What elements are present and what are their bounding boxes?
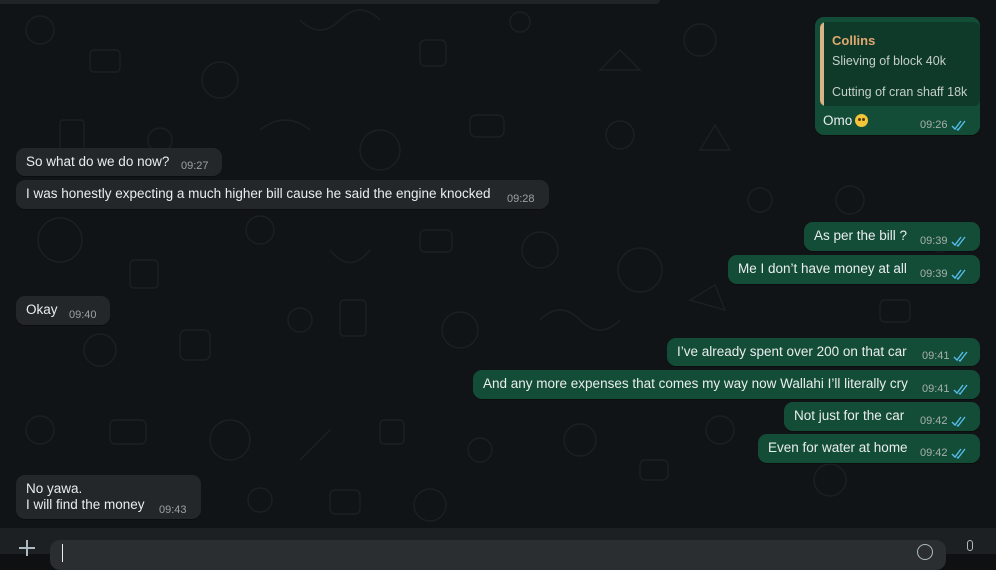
top-scroll-edge — [0, 0, 660, 4]
message-text: I will find the money — [26, 497, 145, 512]
message-bubble-in[interactable]: So what do we do now? 09:27 — [16, 148, 222, 176]
quote-author: Collins — [832, 33, 876, 48]
emoji-icon[interactable] — [917, 544, 933, 560]
message-text: And any more expenses that comes my way … — [483, 376, 908, 391]
message-bubble-out[interactable]: I’ve already spent over 200 on that car … — [667, 338, 980, 366]
read-receipt-icon — [951, 448, 966, 459]
read-receipt-icon — [951, 120, 966, 131]
message-bubble-out[interactable]: Me I don’t have money at all 09:39 — [728, 255, 980, 284]
read-receipt-icon — [951, 236, 966, 247]
message-text-content: Omo — [823, 113, 853, 128]
message-bubble-in[interactable]: I was honestly expecting a much higher b… — [16, 180, 549, 209]
message-text: As per the bill ? — [814, 228, 908, 243]
message-meta: 09:43 — [159, 501, 187, 519]
message-meta: 09:27 — [181, 157, 209, 175]
message-input[interactable] — [50, 540, 946, 570]
message-text: Me I don’t have money at all — [738, 261, 907, 276]
message-bubble-out[interactable]: And any more expenses that comes my way … — [473, 370, 980, 399]
text-caret — [62, 544, 63, 562]
message-meta: 09:41 — [922, 380, 969, 398]
message-meta: 09:42 — [920, 412, 967, 430]
composer-bar — [0, 528, 996, 570]
message-time: 09:39 — [920, 235, 948, 247]
message-meta: 09:40 — [69, 306, 97, 324]
message-text: Even for water at home — [768, 440, 908, 455]
message-meta: 09:39 — [920, 265, 967, 283]
read-receipt-icon — [953, 351, 968, 362]
message-bubble-in[interactable]: Okay 09:40 — [16, 296, 110, 325]
message-text: I was honestly expecting a much higher b… — [26, 186, 491, 201]
pleading-face-emoji — [855, 114, 869, 127]
message-text: Okay — [26, 302, 58, 317]
message-time: 09:42 — [920, 415, 948, 427]
message-meta: 09:39 — [920, 232, 967, 250]
message-meta: 09:41 — [922, 347, 969, 365]
message-time: 09:43 — [159, 504, 187, 516]
message-bubble-in[interactable]: No yawa. I will find the money 09:43 — [16, 475, 201, 519]
quote-line: Cutting of cran shaff 18k — [832, 85, 968, 99]
message-time: 09:39 — [920, 268, 948, 280]
message-time: 09:40 — [69, 309, 97, 321]
read-receipt-icon — [953, 384, 968, 395]
message-meta: 09:26 — [920, 116, 967, 134]
quote-accent-bar — [820, 22, 824, 106]
message-bubble-out[interactable]: Even for water at home 09:42 — [758, 434, 980, 463]
message-time: 09:42 — [920, 447, 948, 459]
chat-background: Collins Slieving of block 40k Cutting of… — [0, 0, 996, 528]
message-time: 09:41 — [922, 383, 950, 395]
message-text: Not just for the car — [794, 408, 905, 423]
message-time: 09:28 — [507, 193, 535, 205]
message-time: 09:26 — [920, 119, 948, 131]
plus-icon[interactable] — [17, 538, 37, 558]
quote-line: Slieving of block 40k — [832, 54, 946, 68]
read-receipt-icon — [951, 416, 966, 427]
message-bubble-out[interactable]: As per the bill ? 09:39 — [804, 222, 980, 251]
message-bubble-out[interactable]: Collins Slieving of block 40k Cutting of… — [815, 17, 980, 135]
message-text: I’ve already spent over 200 on that car — [677, 344, 907, 359]
message-text: Omo — [823, 112, 869, 130]
quoted-message[interactable]: Collins Slieving of block 40k Cutting of… — [820, 22, 980, 106]
message-time: 09:41 — [922, 350, 950, 362]
message-bubble-out[interactable]: Not just for the car 09:42 — [784, 402, 980, 431]
message-text: So what do we do now? — [26, 154, 170, 169]
message-meta: 09:28 — [507, 190, 535, 208]
message-meta: 09:42 — [920, 444, 967, 462]
read-receipt-icon — [951, 269, 966, 280]
message-time: 09:27 — [181, 160, 209, 172]
